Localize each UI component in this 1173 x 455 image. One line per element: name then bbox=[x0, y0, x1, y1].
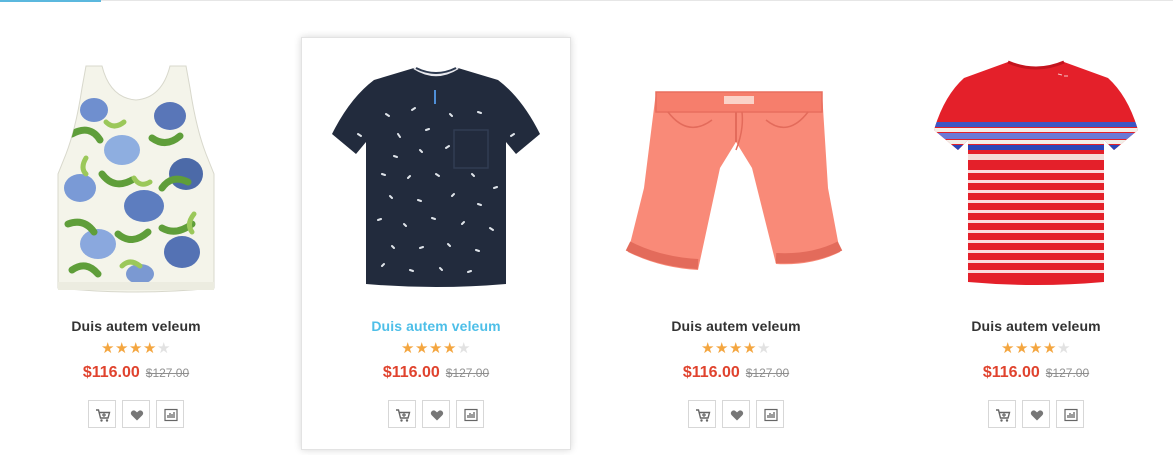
star-icon: ★ bbox=[743, 340, 758, 357]
star-icon: ★ bbox=[129, 340, 144, 357]
current-price: $116.00 bbox=[982, 364, 1040, 381]
add-to-cart-button[interactable] bbox=[388, 400, 416, 428]
product-price: $116.00 $127.00 bbox=[2, 364, 270, 382]
product-title[interactable]: Duis autem veleum bbox=[302, 318, 570, 334]
star-icon: ★ bbox=[443, 340, 458, 357]
product-card[interactable]: Duis autem veleum ★★★★★ $116.00 $127.00 bbox=[1, 37, 271, 450]
star-icon: ★ bbox=[401, 340, 416, 357]
product-actions bbox=[302, 400, 570, 428]
star-empty-icon: ★ bbox=[757, 340, 772, 357]
star-icon: ★ bbox=[101, 340, 116, 357]
product-rating: ★★★★★ bbox=[2, 341, 270, 357]
product-title[interactable]: Duis autem veleum bbox=[602, 318, 870, 334]
current-price: $116.00 bbox=[82, 364, 140, 381]
old-price: $127.00 bbox=[145, 366, 190, 380]
add-to-wishlist-button[interactable] bbox=[722, 400, 750, 428]
add-to-wishlist-button[interactable] bbox=[122, 400, 150, 428]
product-grid: Duis autem veleum ★★★★★ $116.00$127.00 bbox=[0, 0, 1173, 455]
cart-icon bbox=[96, 409, 111, 422]
product-title[interactable]: Duis autem veleum bbox=[902, 318, 1170, 334]
star-empty-icon: ★ bbox=[1057, 340, 1072, 357]
add-to-cart-button[interactable] bbox=[988, 400, 1016, 428]
product-actions bbox=[602, 400, 870, 428]
compare-button[interactable] bbox=[456, 400, 484, 428]
current-price: $116.00 bbox=[382, 364, 440, 381]
product-rating: ★★★★★ bbox=[902, 341, 1170, 357]
compare-icon bbox=[464, 408, 478, 422]
compare-button[interactable] bbox=[756, 400, 784, 428]
star-icon: ★ bbox=[415, 340, 430, 357]
compare-icon bbox=[764, 408, 778, 422]
heart-icon bbox=[1030, 410, 1044, 421]
add-to-wishlist-button[interactable] bbox=[1022, 400, 1050, 428]
product-actions bbox=[902, 400, 1170, 428]
product-image-navy-print-tshirt[interactable] bbox=[302, 38, 570, 300]
cart-icon bbox=[396, 409, 411, 422]
product-card[interactable]: Duis autem veleum ★★★★★ $116.00 $127.00 bbox=[901, 37, 1171, 450]
star-icon: ★ bbox=[701, 340, 716, 357]
product-title[interactable]: Duis autem veleum bbox=[2, 318, 270, 334]
product-rating: ★★★★★ bbox=[602, 341, 870, 357]
heart-icon bbox=[430, 410, 444, 421]
star-icon: ★ bbox=[1043, 340, 1058, 357]
star-empty-icon: ★ bbox=[457, 340, 472, 357]
compare-button[interactable] bbox=[156, 400, 184, 428]
star-empty-icon: ★ bbox=[157, 340, 172, 357]
product-price: $116.00 $127.00 bbox=[602, 364, 870, 382]
product-price: $116.00 $127.00 bbox=[902, 364, 1170, 382]
star-icon: ★ bbox=[1029, 340, 1044, 357]
product-price: $116.00 $127.00 bbox=[302, 364, 570, 382]
old-price: $127.00 bbox=[445, 366, 490, 380]
add-to-wishlist-button[interactable] bbox=[422, 400, 450, 428]
old-price: $127.00 bbox=[745, 366, 790, 380]
compare-icon bbox=[164, 408, 178, 422]
star-icon: ★ bbox=[1001, 340, 1016, 357]
compare-button[interactable] bbox=[1056, 400, 1084, 428]
heart-icon bbox=[130, 410, 144, 421]
star-icon: ★ bbox=[715, 340, 730, 357]
heart-icon bbox=[730, 410, 744, 421]
star-icon: ★ bbox=[143, 340, 158, 357]
star-icon: ★ bbox=[729, 340, 744, 357]
product-card[interactable]: Duis autem veleum ★★★★★ $116.00 $127.00 bbox=[301, 37, 571, 450]
add-to-cart-button[interactable] bbox=[88, 400, 116, 428]
compare-icon bbox=[1064, 408, 1078, 422]
cart-icon bbox=[696, 409, 711, 422]
old-price: $127.00 bbox=[1045, 366, 1090, 380]
product-image-sleeveless-floral-top[interactable] bbox=[2, 38, 270, 300]
product-rating: ★★★★★ bbox=[302, 341, 570, 357]
product-actions bbox=[2, 400, 270, 428]
cart-icon bbox=[996, 409, 1011, 422]
star-icon: ★ bbox=[115, 340, 130, 357]
product-card[interactable]: Duis autem veleum ★★★★★ $116.00 $127.00 bbox=[601, 37, 871, 450]
add-to-cart-button[interactable] bbox=[688, 400, 716, 428]
star-icon: ★ bbox=[429, 340, 444, 357]
star-icon: ★ bbox=[1015, 340, 1030, 357]
product-image-coral-chino-shorts[interactable] bbox=[602, 38, 870, 300]
current-price: $116.00 bbox=[682, 364, 740, 381]
product-image-red-striped-tshirt[interactable] bbox=[902, 38, 1170, 300]
